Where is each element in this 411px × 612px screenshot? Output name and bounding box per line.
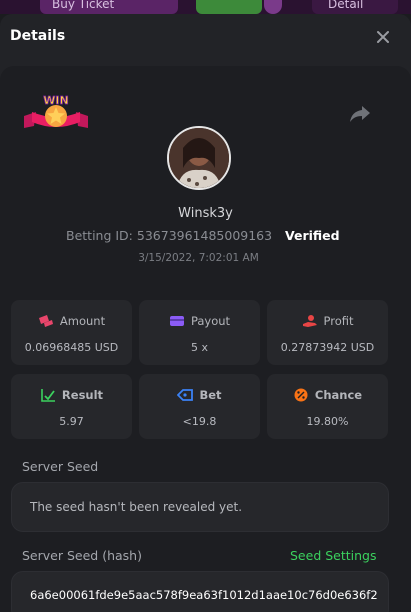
betting-id-value: 53673961485009163 xyxy=(136,228,273,243)
stat-amount-value: 0.06968485 USD xyxy=(24,341,119,354)
stat-card-profit: Profit 0.27873942 USD xyxy=(267,300,388,365)
stat-result-label: Result xyxy=(61,388,104,402)
stat-bet-value: <19.8 xyxy=(182,415,217,428)
stat-profit-value: 0.27873942 USD xyxy=(280,341,375,354)
betting-id: Betting ID: 53673961485009163 xyxy=(66,228,272,243)
detail-label: Detail xyxy=(328,0,364,11)
avatar-photo xyxy=(169,128,229,188)
stat-card-chance: Chance 19.80% xyxy=(267,374,388,439)
chart-check-icon xyxy=(41,389,55,402)
stat-profit-label: Profit xyxy=(323,314,354,328)
green-button[interactable] xyxy=(196,0,262,14)
hand-coin-icon xyxy=(302,315,317,327)
avatar xyxy=(167,126,231,190)
share-icon[interactable] xyxy=(348,102,372,124)
win-badge-icon: WIN xyxy=(24,94,88,128)
modal-title: Details xyxy=(10,28,66,44)
buy-ticket-label: Buy Ticket xyxy=(52,0,115,11)
stat-bet-label: Bet xyxy=(199,388,222,402)
round-icon xyxy=(264,0,282,14)
bet-details-panel: WIN Winsk3y Betting ID: 5367396148500916… xyxy=(0,66,411,612)
tag-icon xyxy=(177,389,194,401)
server-seed-hash-value: 6a6e00061fde9e5aac578f9ea63f1012d1aae10c… xyxy=(30,588,378,602)
stat-card-bet: Bet <19.8 xyxy=(139,374,260,439)
server-seed-label: Server Seed xyxy=(22,459,99,474)
username: Winsk3y xyxy=(178,206,233,221)
coins-icon xyxy=(38,315,53,327)
stat-chance-label: Chance xyxy=(314,388,363,402)
stat-card-result: Result 5.97 xyxy=(11,374,132,439)
stat-amount-label: Amount xyxy=(59,314,106,328)
verified-link[interactable]: Verified xyxy=(285,228,340,243)
wallet-icon xyxy=(169,316,184,326)
server-seed-hash-label: Server Seed (hash) xyxy=(22,548,142,563)
server-seed-hash-field[interactable]: 6a6e00061fde9e5aac578f9ea63f1012d1aae10c… xyxy=(11,571,389,612)
modal-header: Details xyxy=(0,14,411,62)
stat-card-amount: Amount 0.06968485 USD xyxy=(11,300,132,365)
seed-settings-link[interactable]: Seed Settings xyxy=(290,548,377,563)
server-seed-field[interactable]: The seed hasn't been revealed yet. xyxy=(11,482,389,532)
stat-card-payout: Payout 5 x xyxy=(139,300,260,365)
details-modal: Details WIN Winsk3y Betting ID: 53673961… xyxy=(0,14,411,612)
close-icon[interactable] xyxy=(372,26,394,48)
win-badge-text: WIN xyxy=(43,94,68,107)
detail-tab[interactable]: Detail xyxy=(312,0,398,14)
stat-payout-value: 5 x xyxy=(190,341,208,354)
percent-icon xyxy=(294,388,308,402)
stat-result-value: 5.97 xyxy=(59,415,84,428)
betting-id-label: Betting ID: xyxy=(66,228,133,243)
buy-ticket-tab[interactable]: Buy Ticket xyxy=(40,0,178,14)
server-seed-value: The seed hasn't been revealed yet. xyxy=(30,500,243,514)
bet-datetime: 3/15/2022, 7:02:01 AM xyxy=(138,252,259,264)
background-page: Buy Ticket Detail xyxy=(0,0,411,14)
stat-payout-label: Payout xyxy=(190,314,231,328)
stat-chance-value: 19.80% xyxy=(306,415,349,428)
